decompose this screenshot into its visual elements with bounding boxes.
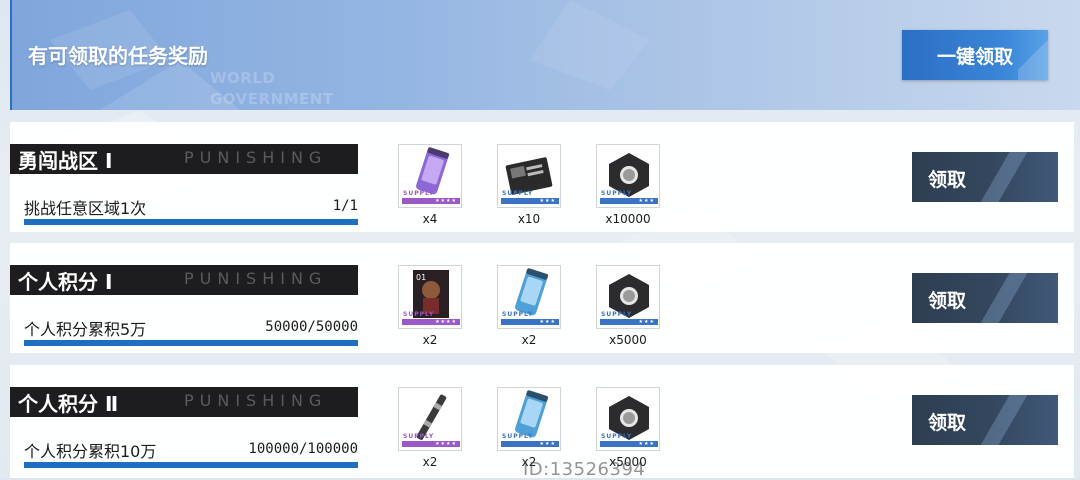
rarity-stars: ★★★	[638, 198, 655, 204]
reward-item[interactable]: SUPPLY ★★★ x2	[497, 265, 561, 347]
reward-item[interactable]: SUPPLY ★★★ x5000	[596, 265, 660, 347]
progress-bar	[24, 340, 358, 346]
task-description: 个人积分累积10万	[24, 442, 157, 461]
task-title-bar: 个人积分 Ⅰ PUNISHING	[10, 265, 358, 295]
rarity-bar: ★★★	[501, 319, 559, 325]
rarity-stars: ★★★	[539, 319, 556, 325]
reward-item[interactable]: SUPPLY ★★★ x10000	[596, 144, 660, 226]
reward-quantity: x4	[422, 212, 438, 226]
claim-all-button[interactable]: 一键领取	[902, 30, 1048, 80]
reward-icon-frame: SUPPLY ★★★★	[398, 387, 462, 451]
task-title-bar: 勇闯战区 Ⅰ PUNISHING	[10, 144, 358, 174]
reward-item[interactable]: SUPPLY ★★★★ x4	[398, 144, 462, 226]
rarity-bar: ★★★★	[402, 441, 460, 447]
brand-text: PUNISHING	[184, 391, 328, 410]
reward-quantity: x10000	[605, 212, 651, 226]
brand-text: PUNISHING	[184, 148, 328, 167]
reward-item[interactable]: SUPPLY ★★★ x10	[497, 144, 561, 226]
reward-icon-frame: SUPPLY ★★★	[497, 144, 561, 208]
reward-item[interactable]: SUPPLY ★★★ x2	[497, 387, 561, 469]
reward-item[interactable]: SUPPLY ★★★★ x2	[398, 387, 462, 469]
task-progress-text: 50000/50000	[265, 319, 358, 335]
progress-bar	[24, 462, 358, 468]
rarity-stars: ★★★★	[435, 441, 457, 447]
reward-quantity: x2	[422, 333, 438, 347]
task-description: 挑战任意区域1次	[24, 199, 147, 218]
task-progress-text: 100000/100000	[248, 441, 358, 457]
task-description: 个人积分累积5万	[24, 320, 147, 339]
reward-icon-frame: SUPPLY ★★★★	[398, 144, 462, 208]
progress-fill	[24, 462, 358, 468]
button-stripe	[974, 273, 1034, 323]
rarity-bar: ★★★	[600, 319, 658, 325]
reward-icon-frame: SUPPLY ★★★	[596, 265, 660, 329]
rarity-bar: ★★★★	[402, 198, 460, 204]
supply-tag: SUPPLY	[403, 433, 435, 440]
watermark-line-1: WORLD	[210, 69, 276, 87]
rarity-stars: ★★★	[539, 441, 556, 447]
claim-button[interactable]: 领取	[912, 273, 1058, 323]
task-title: 个人积分 Ⅱ	[18, 391, 119, 416]
claim-button[interactable]: 领取	[912, 152, 1058, 202]
id-watermark: ID:13526394	[523, 459, 646, 480]
reward-icon-frame: 01 SUPPLY ★★★★	[398, 265, 462, 329]
task-progress-text: 1/1	[332, 198, 358, 214]
task-title: 个人积分 Ⅰ	[18, 269, 113, 294]
task-card: 勇闯战区 Ⅰ PUNISHING 挑战任意区域1次 1/1 SUPPLY ★★★…	[10, 122, 1074, 232]
supply-tag: SUPPLY	[601, 190, 633, 197]
button-stripe	[974, 395, 1034, 445]
supply-tag: SUPPLY	[403, 311, 435, 318]
progress-bar	[24, 219, 358, 225]
banner-watermark: WORLD GOVERNMENT	[210, 68, 334, 110]
reward-icon-frame: SUPPLY ★★★	[596, 387, 660, 451]
supply-tag: SUPPLY	[403, 190, 435, 197]
reward-quantity: x10	[517, 212, 541, 226]
reward-icon-frame: SUPPLY ★★★	[497, 387, 561, 451]
reward-quantity: x2	[521, 333, 537, 347]
rarity-bar: ★★★	[501, 441, 559, 447]
supply-tag: SUPPLY	[601, 433, 633, 440]
supply-tag: SUPPLY	[502, 190, 534, 197]
task-title: 勇闯战区 Ⅰ	[18, 148, 113, 173]
rarity-stars: ★★★	[638, 319, 655, 325]
reward-quantity: x5000	[609, 333, 647, 347]
svg-text:01: 01	[416, 273, 426, 282]
claim-button-label: 领取	[928, 169, 967, 191]
rarity-stars: ★★★	[539, 198, 556, 204]
progress-fill	[24, 219, 358, 225]
reward-icon-frame: SUPPLY ★★★	[497, 265, 561, 329]
supply-tag: SUPPLY	[601, 311, 633, 318]
claim-button[interactable]: 领取	[912, 395, 1058, 445]
task-title-bar: 个人积分 Ⅱ PUNISHING	[10, 387, 358, 417]
rarity-bar: ★★★	[501, 198, 559, 204]
claim-button-label: 领取	[928, 412, 967, 434]
progress-fill	[24, 340, 358, 346]
claim-button-label: 领取	[928, 290, 967, 312]
reward-quantity: x2	[422, 455, 438, 469]
reward-item[interactable]: SUPPLY ★★★ x5000	[596, 387, 660, 469]
rarity-stars: ★★★★	[435, 198, 457, 204]
task-card: 个人积分 Ⅰ PUNISHING 个人积分累积5万 50000/50000 01…	[10, 243, 1074, 353]
supply-tag: SUPPLY	[502, 311, 534, 318]
reward-icon-frame: SUPPLY ★★★	[596, 144, 660, 208]
rarity-bar: ★★★	[600, 441, 658, 447]
rarity-bar: ★★★★	[402, 319, 460, 325]
supply-tag: SUPPLY	[502, 433, 534, 440]
watermark-line-2: GOVERNMENT	[210, 90, 334, 108]
reward-item[interactable]: 01 SUPPLY ★★★★ x2	[398, 265, 462, 347]
button-stripe	[974, 152, 1034, 202]
rarity-stars: ★★★★	[435, 319, 457, 325]
rarity-stars: ★★★	[638, 441, 655, 447]
banner-title: 有可领取的任务奖励	[28, 44, 208, 68]
brand-text: PUNISHING	[184, 269, 328, 288]
rarity-bar: ★★★	[600, 198, 658, 204]
